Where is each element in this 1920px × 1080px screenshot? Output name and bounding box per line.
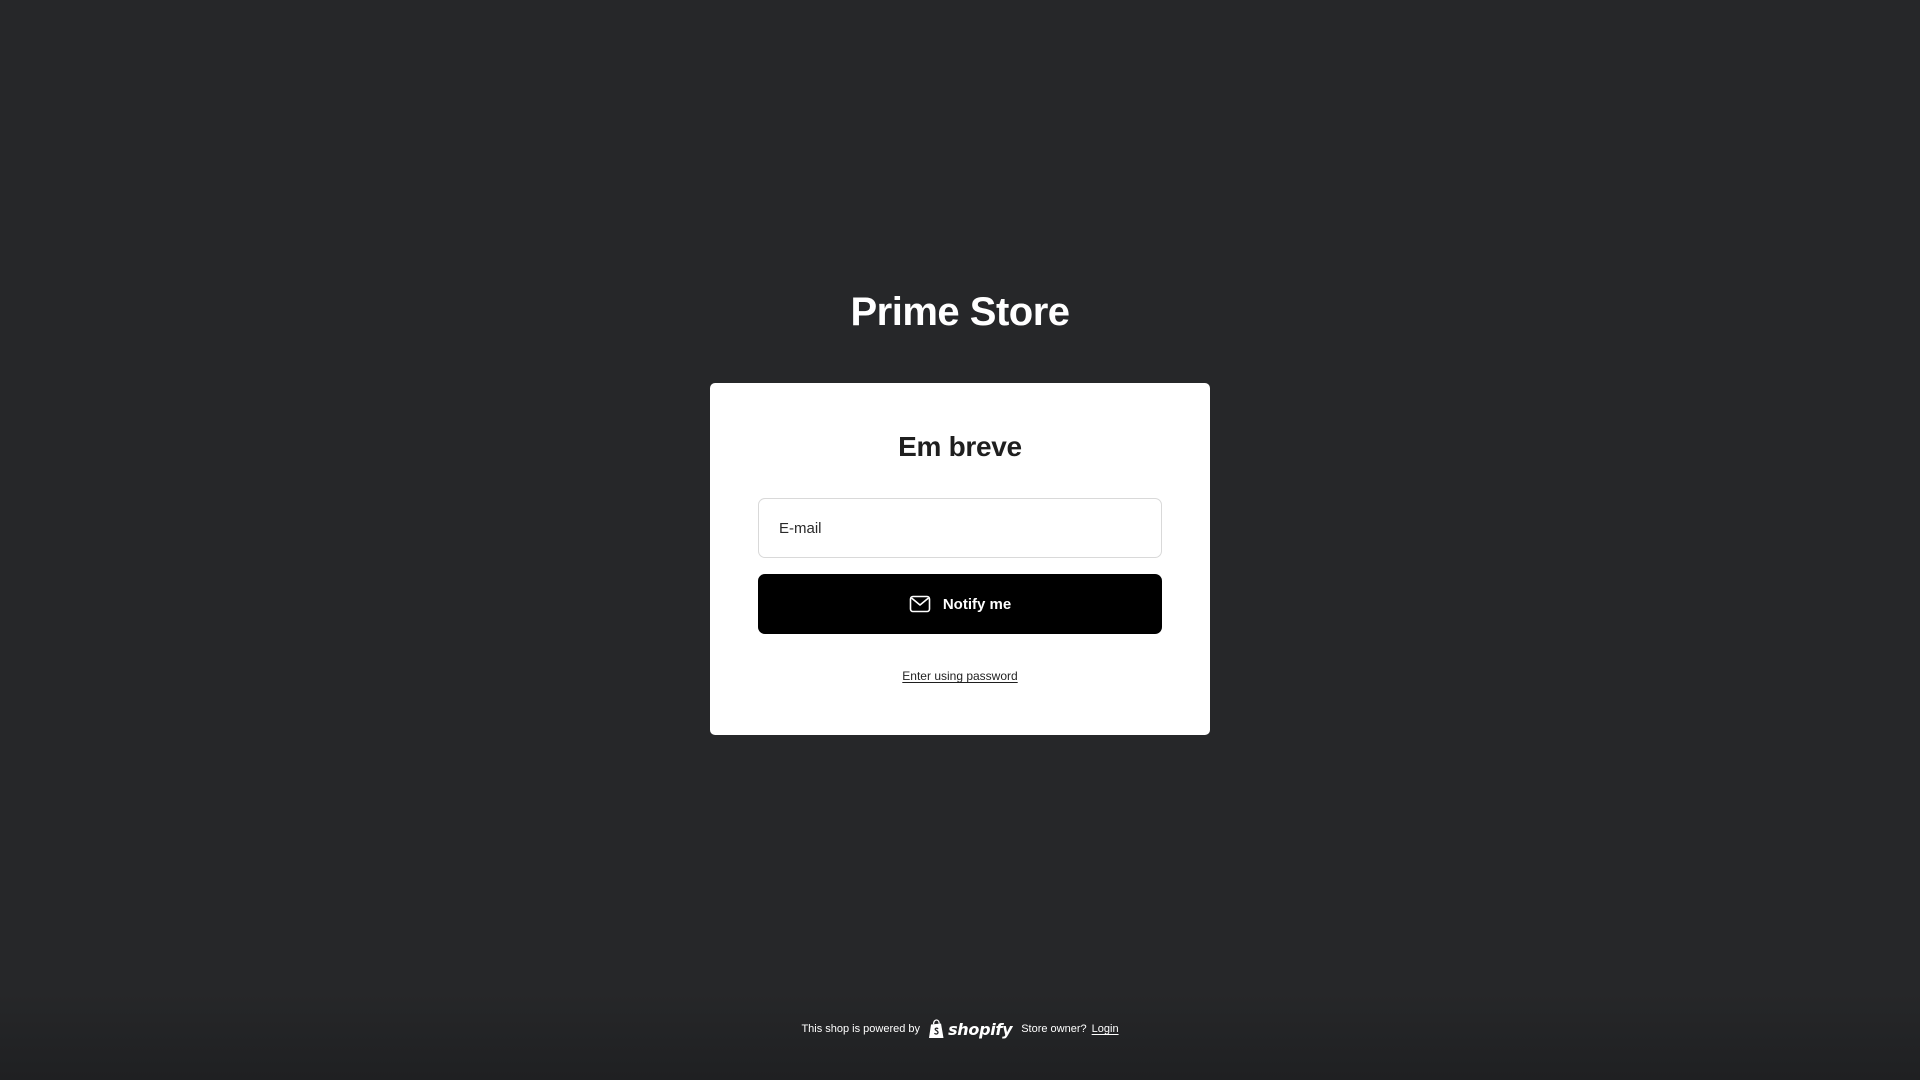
shopify-bag-icon xyxy=(928,1019,945,1039)
shopify-logo[interactable]: shopify xyxy=(928,1019,1013,1039)
mail-icon xyxy=(909,593,931,615)
coming-soon-heading: Em breve xyxy=(898,431,1022,462)
footer: This shop is powered by shopify Store ow… xyxy=(0,1018,1920,1040)
shopify-wordmark: shopify xyxy=(948,1019,1013,1039)
store-title: Prime Store xyxy=(850,290,1070,334)
email-field[interactable] xyxy=(758,498,1162,558)
enter-password-link[interactable]: Enter using password xyxy=(758,669,1162,683)
login-link[interactable]: Login xyxy=(1092,1023,1119,1035)
store-owner-text: Store owner? xyxy=(1021,1023,1087,1035)
powered-by-text: This shop is powered by xyxy=(801,1023,921,1035)
notify-me-label: Notify me xyxy=(942,595,1012,613)
newsletter-card: Em breve Notify me Enter using password xyxy=(710,383,1210,735)
notify-me-button[interactable]: Notify me xyxy=(758,574,1162,634)
